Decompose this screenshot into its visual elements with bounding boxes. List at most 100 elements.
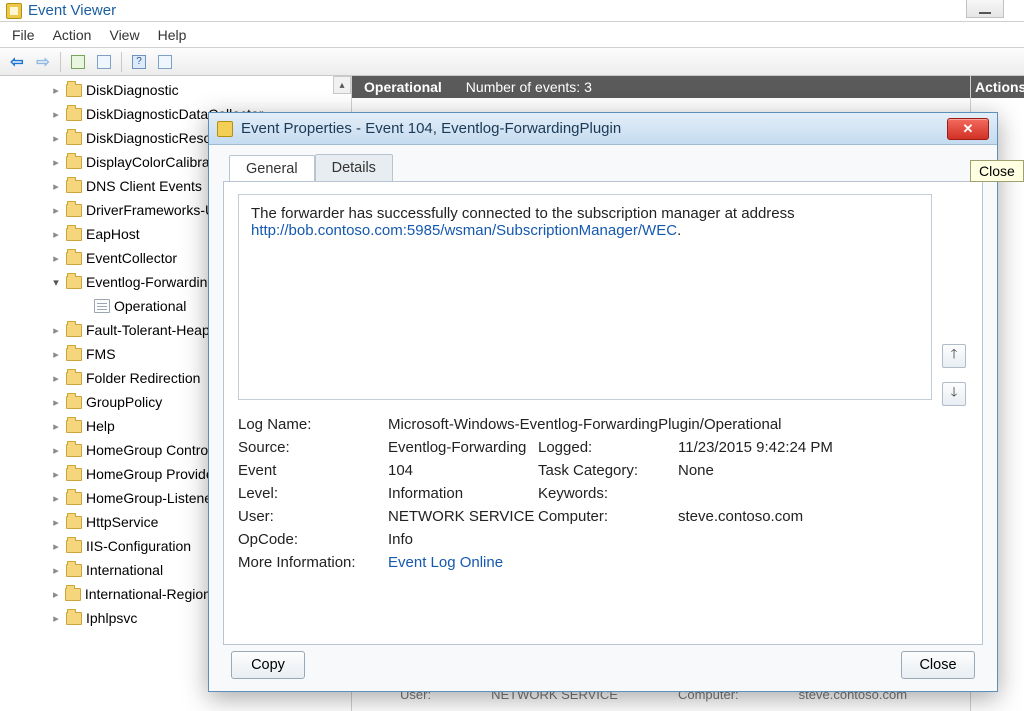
folder-icon (66, 444, 82, 457)
tree-item-label: Operational (114, 298, 186, 314)
close-tooltip: Close (970, 160, 1024, 182)
dialog-icon (217, 121, 233, 137)
record-nav: 🡑 🡓 (942, 194, 968, 632)
dialog-titlebar[interactable]: Event Properties - Event 104, Eventlog-F… (209, 113, 997, 145)
tree-item-label: EventCollector (86, 250, 177, 266)
tab-general[interactable]: General (229, 155, 315, 182)
folder-icon (66, 516, 82, 529)
folder-icon (66, 252, 82, 265)
tree-item-label: Folder Redirection (86, 370, 200, 386)
help-button[interactable]: ? (128, 51, 150, 73)
close-button[interactable]: Close (901, 651, 975, 679)
event-description: The forwarder has successfully connected… (238, 194, 932, 400)
event-id-value: 104 (388, 462, 538, 479)
forward-button[interactable]: ⇨ (32, 51, 54, 73)
tree-item-label: FMS (86, 346, 116, 362)
folder-icon (66, 132, 82, 145)
folder-icon (66, 348, 82, 361)
minimize-button[interactable] (966, 0, 1004, 18)
tree-item-label: GroupPolicy (86, 394, 162, 410)
folder-icon (66, 468, 82, 481)
task-category-value: None (678, 462, 932, 479)
level-value: Information (388, 485, 538, 502)
menu-bar: File Action View Help (0, 22, 1024, 48)
log-icon (94, 299, 110, 313)
folder-icon (66, 84, 82, 97)
menu-action[interactable]: Action (53, 27, 92, 43)
log-name-label: Log Name: (238, 416, 388, 433)
folder-icon (66, 564, 82, 577)
description-text: The forwarder has successfully connected… (251, 205, 795, 222)
next-event-button[interactable]: 🡓 (942, 382, 966, 406)
tree-item[interactable]: ▸DiskDiagnostic (0, 78, 351, 102)
toolbar-separator (121, 52, 122, 72)
opcode-value: Info (388, 531, 538, 548)
back-button[interactable]: ⇦ (6, 51, 28, 73)
dialog-close-button[interactable]: ✕ (947, 118, 989, 140)
folder-icon (66, 324, 82, 337)
tree-item-label: DiskDiagnostic (86, 82, 179, 98)
tab-details[interactable]: Details (315, 154, 393, 181)
show-hide-action-button[interactable] (154, 51, 176, 73)
folder-icon (66, 372, 82, 385)
folder-icon (66, 204, 82, 217)
event-log-online-link[interactable]: Event Log Online (388, 554, 932, 571)
event-properties-dialog: Event Properties - Event 104, Eventlog-F… (208, 112, 998, 692)
dialog-tabs: General Details (229, 151, 983, 181)
source-value: Eventlog-Forwarding (388, 439, 538, 456)
logged-label: Logged: (538, 439, 678, 456)
tree-item-label: EapHost (86, 226, 140, 242)
tree-item-label: DNS Client Events (86, 178, 202, 194)
folder-icon (66, 396, 82, 409)
logged-value: 11/23/2015 9:42:24 PM (678, 439, 932, 456)
level-label: Level: (238, 485, 388, 502)
dialog-title: Event Properties - Event 104, Eventlog-F… (241, 120, 939, 137)
folder-icon (66, 228, 82, 241)
events-count: Number of events: 3 (466, 79, 592, 95)
events-title: Operational (364, 79, 442, 95)
tree-item-label: International (86, 562, 163, 578)
scroll-up-button[interactable]: ▴ (333, 76, 351, 94)
toolbar: ⇦ ⇨ ? (0, 48, 1024, 76)
toolbar-separator (60, 52, 61, 72)
tree-item-label: HttpService (86, 514, 158, 530)
folder-icon (66, 156, 82, 169)
computer-label: Computer: (538, 508, 678, 525)
more-info-label: More Information: (238, 554, 388, 571)
prev-event-button[interactable]: 🡑 (942, 344, 966, 368)
keywords-label: Keywords: (538, 485, 678, 502)
menu-file[interactable]: File (12, 27, 35, 43)
tab-general-page: The forwarder has successfully connected… (223, 181, 983, 645)
event-id-label: Event (238, 462, 388, 479)
menu-help[interactable]: Help (158, 27, 187, 43)
show-hide-tree-button[interactable] (67, 51, 89, 73)
log-name-value: Microsoft-Windows-Eventlog-ForwardingPlu… (388, 416, 932, 433)
folder-icon (66, 612, 82, 625)
folder-icon (66, 540, 82, 553)
tree-item-label: Help (86, 418, 115, 434)
user-value: NETWORK SERVICE (388, 508, 538, 525)
event-metadata: Log Name: Microsoft-Windows-Eventlog-For… (238, 416, 932, 571)
task-category-label: Task Category: (538, 462, 678, 479)
tree-item-label: Fault-Tolerant-Heap (86, 322, 210, 338)
folder-icon (66, 492, 82, 505)
folder-icon (66, 420, 82, 433)
app-icon (6, 3, 22, 19)
copy-button[interactable]: Copy (231, 651, 305, 679)
events-header: Operational Number of events: 3 (352, 76, 970, 98)
menu-view[interactable]: View (109, 27, 139, 43)
folder-icon (66, 108, 82, 121)
folder-icon (66, 180, 82, 193)
tree-item-label: IIS-Configuration (86, 538, 191, 554)
opcode-label: OpCode: (238, 531, 388, 548)
tree-item-label: Iphlpsvc (86, 610, 137, 626)
dialog-footer: Copy Close (223, 645, 983, 679)
window-titlebar: Event Viewer (0, 0, 1024, 22)
actions-header: Actions (971, 76, 1024, 98)
computer-value: steve.contoso.com (678, 508, 932, 525)
source-label: Source: (238, 439, 388, 456)
folder-icon (66, 276, 82, 289)
description-link[interactable]: http://bob.contoso.com:5985/wsman/Subscr… (251, 222, 677, 239)
properties-button[interactable] (93, 51, 115, 73)
user-label: User: (238, 508, 388, 525)
